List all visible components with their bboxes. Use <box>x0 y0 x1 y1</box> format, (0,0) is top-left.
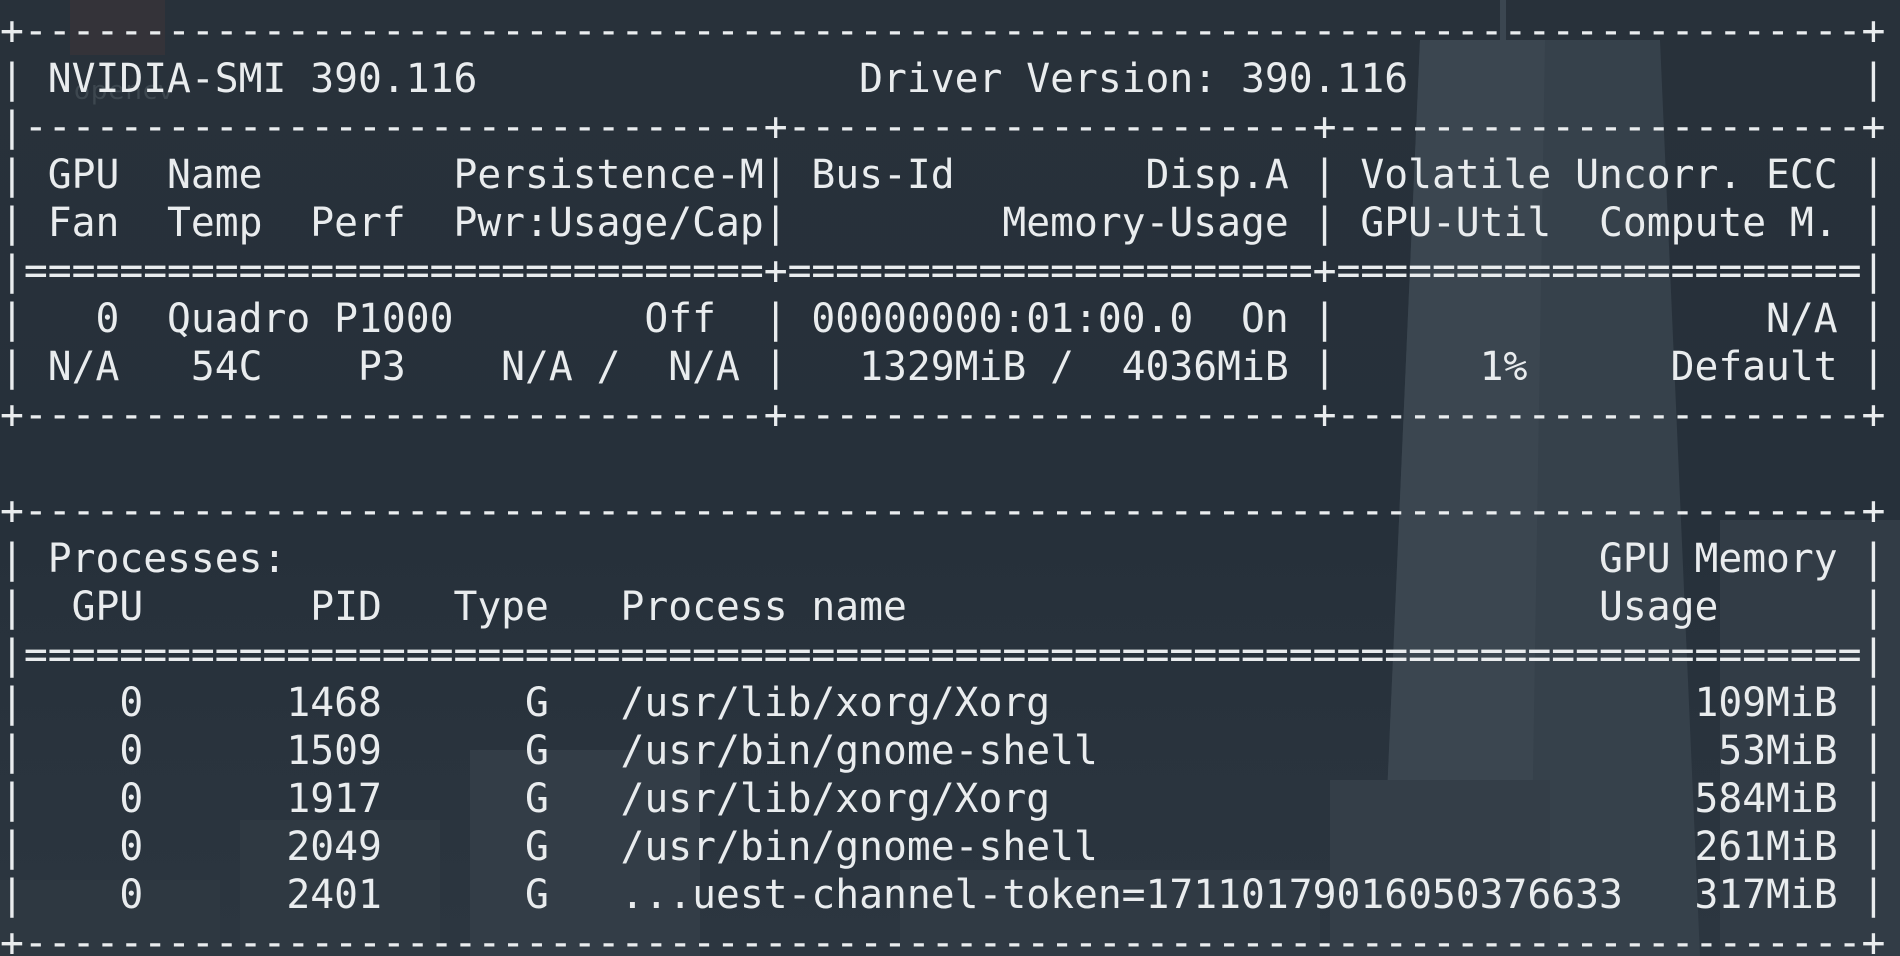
process-row: | 0 1917 G /usr/lib/xorg/Xorg 584MiB | <box>0 776 1886 822</box>
table-border: +---------------------------------------… <box>0 920 1886 956</box>
process-row: | 0 1509 G /usr/bin/gnome-shell 53MiB | <box>0 728 1886 774</box>
processes-header-row: | GPU PID Type Process name Usage | <box>0 584 1886 630</box>
smi-version-line: | NVIDIA-SMI 390.116 Driver Version: 390… <box>0 56 1886 102</box>
table-border: +---------------------------------------… <box>0 8 1886 54</box>
gpu-info-row-2: | N/A 54C P3 N/A / N/A | 1329MiB / 4036M… <box>0 344 1886 390</box>
process-row: | 0 2401 G ...uest-channel-token=1711017… <box>0 872 1886 918</box>
header-separator: |===============================+=======… <box>0 248 1886 294</box>
gpu-header-row-1: | GPU Name Persistence-M| Bus-Id Disp.A … <box>0 152 1886 198</box>
table-border: +-------------------------------+-------… <box>0 392 1886 438</box>
process-row: | 0 2049 G /usr/bin/gnome-shell 261MiB | <box>0 824 1886 870</box>
header-separator: |=======================================… <box>0 632 1886 678</box>
gpu-header-row-2: | Fan Temp Perf Pwr:Usage/Cap| Memory-Us… <box>0 200 1886 246</box>
process-row: | 0 1468 G /usr/lib/xorg/Xorg 109MiB | <box>0 680 1886 726</box>
table-border: +---------------------------------------… <box>0 488 1886 534</box>
gpu-info-row-1: | 0 Quadro P1000 Off | 00000000:01:00.0 … <box>0 296 1886 342</box>
terminal-output[interactable]: +---------------------------------------… <box>0 7 1885 956</box>
table-divider: |-------------------------------+-------… <box>0 104 1886 150</box>
processes-title-row: | Processes: GPU Memory | <box>0 536 1886 582</box>
